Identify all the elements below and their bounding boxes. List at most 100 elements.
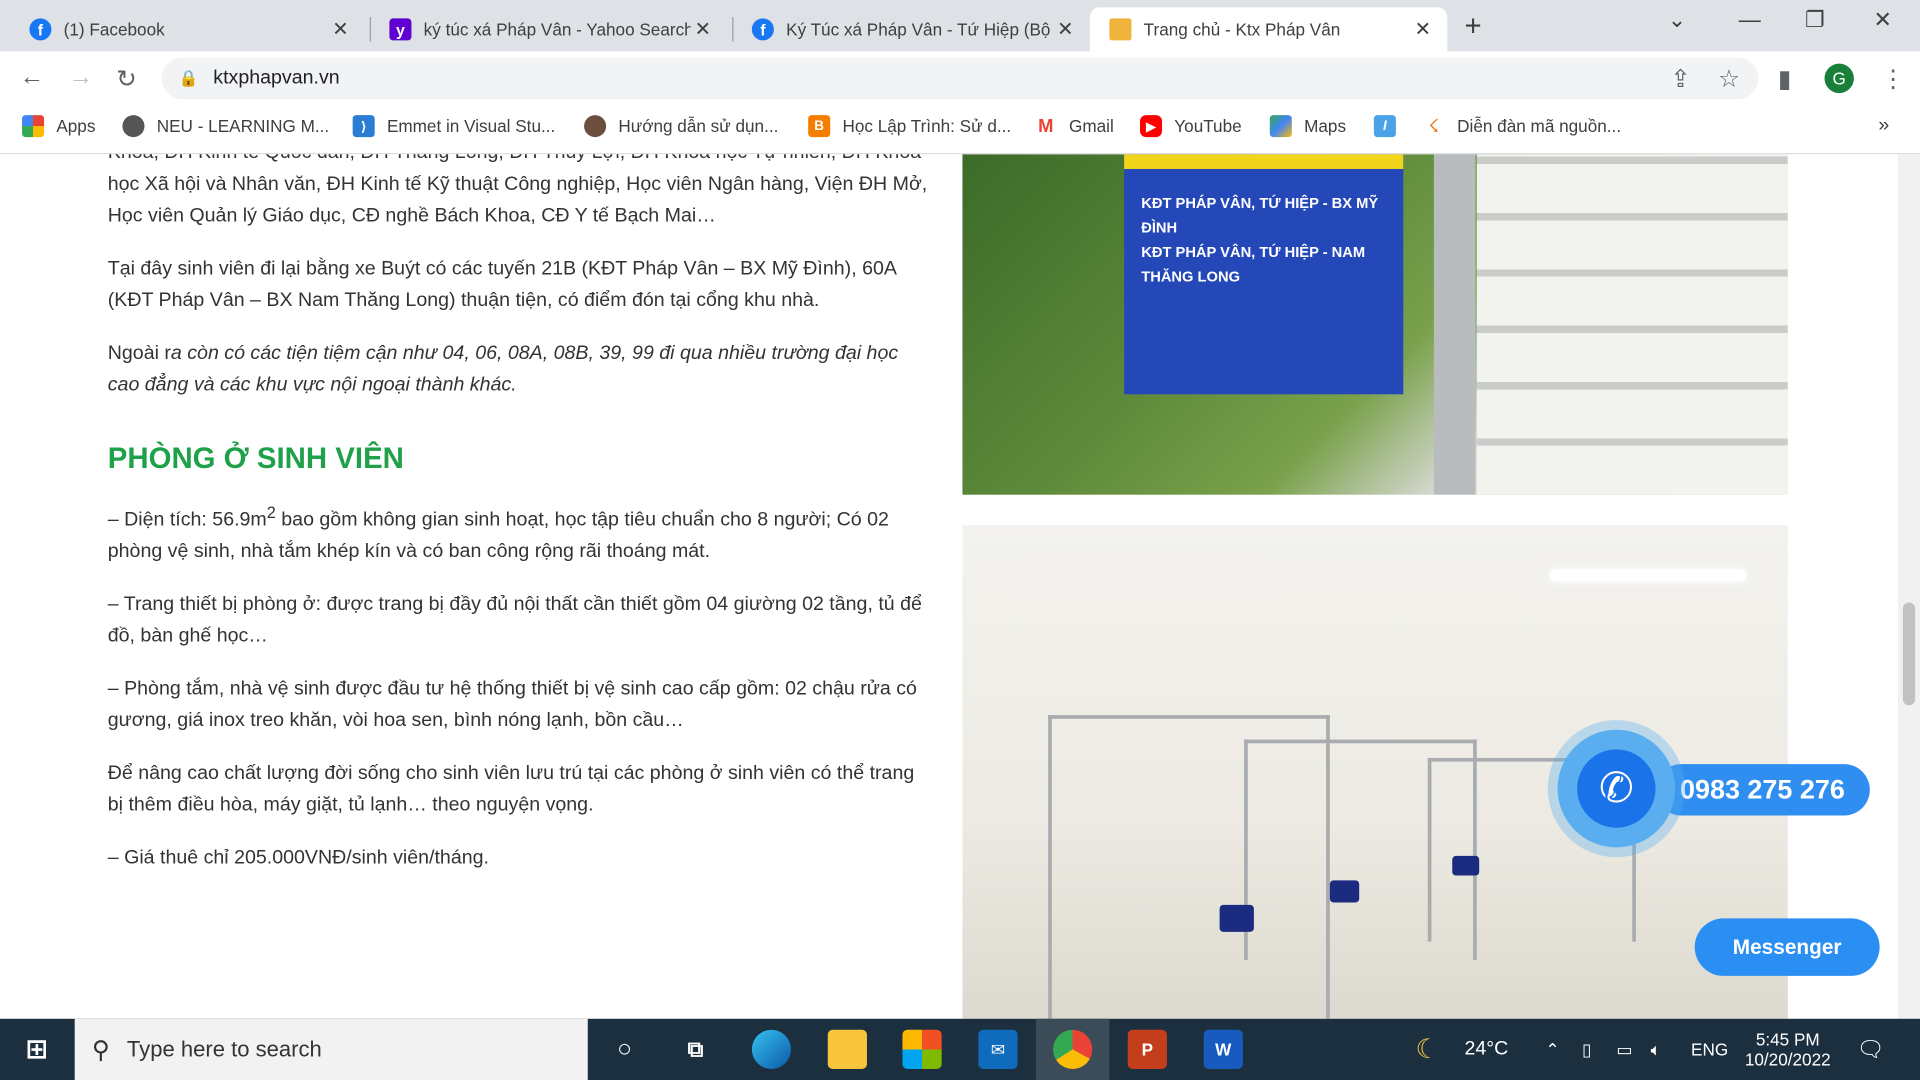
windows-taskbar: ⊞ ⚲ Type here to search ○ ⧉ ✉ P W ☾ 24°C… [0,1018,1920,1080]
bookmark-label: Hướng dẫn sử dụn... [618,116,779,136]
taskbar-search[interactable]: ⚲ Type here to search [74,1018,588,1080]
bus-paragraph: Tại đây sinh viên đi lại bằng xe Buýt có… [107,258,896,312]
ktx-logo-icon [1109,18,1132,41]
i-letter-icon: I [1373,115,1396,138]
bus-sign-line: KĐT PHÁP VÂN, TỨ HIỆP - NAM THĂNG LONG [1141,243,1366,286]
tray-device-icon[interactable]: ▯ [1582,1019,1591,1080]
volume-icon[interactable]: 🔈︎ [1651,1019,1661,1080]
chair [1452,855,1480,876]
tab-search-chevron-icon[interactable]: ⌄ [1668,7,1686,33]
address-bar[interactable]: 🔒 ktxphapvan.vn [161,57,1759,100]
facebook-icon: f [29,18,52,41]
close-tab-icon[interactable]: ✕ [691,17,715,41]
bookmark-dien-dan[interactable]: ☇ Diễn đàn mã nguồn... [1422,115,1621,138]
bus-stop-photo: KĐT PHÁP VÂN, TỨ HIỆP - BX MỸ ĐÌNH KĐT P… [962,154,1788,495]
section-heading: PHÒNG Ở SINH VIÊN [107,442,404,476]
bookmark-label: Gmail [1068,116,1114,136]
area-bullet: – Diện tích: 56.9m2 bao gồm không gian s… [108,497,928,568]
bookmark-youtube[interactable]: ▶ YouTube [1140,115,1242,138]
tab-ktx-home[interactable]: Trang chủ - Ktx Pháp Vân ✕ [1089,7,1448,52]
scrollbar-thumb[interactable] [1902,602,1916,706]
bus-sign: KĐT PHÁP VÂN, TỨ HIỆP - BX MỸ ĐÌNH KĐT P… [1124,154,1404,395]
close-tab-icon[interactable]: ✕ [1053,17,1077,41]
bookmark-star-icon[interactable]: ☆ [1718,64,1740,95]
bookmark-maps[interactable]: Maps [1269,115,1347,138]
call-widget[interactable]: 0983 275 276 ✆ [1557,729,1870,848]
universities-paragraph: Khoa, ĐH Kinh tế Quốc dân, ĐH Thăng Long… [107,154,928,227]
task-view-icon[interactable]: ⧉ [676,1030,715,1069]
globe-icon [122,115,145,138]
language-indicator[interactable]: ENG [1691,1019,1728,1080]
word-icon[interactable]: W [1203,1029,1243,1069]
bookmark-apps[interactable]: Apps [22,115,96,138]
profile-avatar[interactable]: G [1824,63,1854,94]
building [1476,154,1788,495]
maps-icon [1269,115,1292,138]
mail-icon[interactable]: ✉ [978,1029,1018,1069]
clock-time: 5:45 PM [1755,1029,1820,1050]
forward-icon[interactable]: → [69,64,93,92]
share-icon[interactable]: ⇪ [1670,64,1691,95]
tab-title: ký túc xá Pháp Vân - Yahoo Search [423,19,691,40]
new-tab-icon[interactable]: + [1465,10,1482,44]
tray-chevron-icon[interactable]: ⌃ [1545,1019,1559,1080]
edge-icon[interactable] [751,1029,792,1069]
messenger-button[interactable]: Messenger [1694,918,1880,976]
bookmark-label: Maps [1304,116,1347,136]
page-scrollbar[interactable] [1897,154,1920,1019]
windows-start-icon[interactable]: ⊞ [17,1030,56,1069]
bookmark-i[interactable]: I [1373,115,1408,138]
restore-icon[interactable]: ❐ [1805,7,1825,33]
side-panel-icon[interactable]: ▮ [1778,64,1791,95]
battery-icon[interactable]: ▭ [1616,1019,1632,1080]
close-window-icon[interactable]: ✕ [1873,7,1891,33]
bus-sign-line: KĐT PHÁP VÂN, TỨ HIỆP - BX MỸ ĐÌNH [1141,194,1379,237]
tab-title: Trang chủ - Ktx Pháp Vân [1143,19,1341,40]
search-icon: ⚲ [91,1036,110,1064]
sign-pole [1433,154,1476,495]
tab-facebook-ktx[interactable]: f Ký Túc xá Pháp Vân - Tứ Hiệp (Bộ ✕ [732,7,1090,51]
tab-facebook[interactable]: f (1) Facebook ✕ [10,7,365,51]
equipment-bullet: – Trang thiết bị phòng ở: được trang bị … [107,594,922,647]
bookmark-huong-dan[interactable]: Hướng dẫn sử dụn... [584,115,779,138]
upgrade-paragraph: Để nâng cao chất lượng đời sống cho sinh… [107,763,915,816]
cortana-icon[interactable]: ○ [605,1030,644,1069]
price-bullet: – Giá thuê chỉ 205.000VNĐ/sinh viên/thán… [107,847,489,869]
call-bubble[interactable]: ✆ [1557,729,1676,848]
blogger-icon: B [808,115,831,138]
area-superscript: 2 [266,503,276,522]
chair [1219,904,1254,932]
weather-moon-icon[interactable]: ☾ [1416,1019,1440,1080]
bookmark-gmail[interactable]: M Gmail [1034,115,1114,138]
bookmarks-bar: Apps NEU - LEARNING M... ⟩ Emmet in Visu… [0,105,1920,155]
back-icon[interactable]: ← [20,64,44,92]
clock-date: 10/20/2022 [1744,1049,1831,1069]
weather-temp[interactable]: 24°C [1465,1019,1509,1080]
tab-yahoo-search[interactable]: y ký túc xá Pháp Vân - Yahoo Search ✕ [370,7,728,51]
file-explorer-icon[interactable] [827,1029,867,1069]
microsoft-store-icon[interactable] [902,1029,942,1069]
bookmarks-overflow-icon[interactable]: » [1878,115,1889,137]
tab-title: Ký Túc xá Pháp Vân - Tứ Hiệp (Bộ [786,19,1051,40]
menu-kebab-icon[interactable]: ⋮ [1881,64,1905,95]
close-tab-icon[interactable]: ✕ [1411,17,1435,41]
facebook-icon: f [751,18,774,41]
bookmark-neu[interactable]: NEU - LEARNING M... [122,115,329,138]
ceiling-light [1550,569,1747,582]
notifications-icon[interactable]: 🗨︎ [1856,1019,1884,1080]
close-tab-icon[interactable]: ✕ [328,17,352,41]
bookmark-label: Apps [56,116,96,136]
clock[interactable]: 5:45 PM 10/20/2022 [1744,1019,1832,1080]
chrome-icon[interactable] [1053,1029,1093,1069]
routes-italic: a còn có các tiện tiệm cận như 04, 06, 0… [107,342,899,396]
phone-number[interactable]: 0983 275 276 [1655,764,1870,816]
apps-grid-icon [22,115,45,138]
bookmark-hoc-lap-trinh[interactable]: B Học Lập Trình: Sử d... [808,115,1011,138]
bookmark-label: Emmet in Visual Stu... [386,116,556,136]
powerpoint-icon[interactable]: P [1127,1029,1167,1069]
bookmark-emmet[interactable]: ⟩ Emmet in Visual Stu... [352,115,556,138]
reload-icon[interactable]: ↻ [116,64,137,95]
vscode-icon: ⟩ [352,115,375,138]
phone-icon: ✆ [1577,749,1656,828]
minimize-icon[interactable]: — [1739,7,1761,33]
